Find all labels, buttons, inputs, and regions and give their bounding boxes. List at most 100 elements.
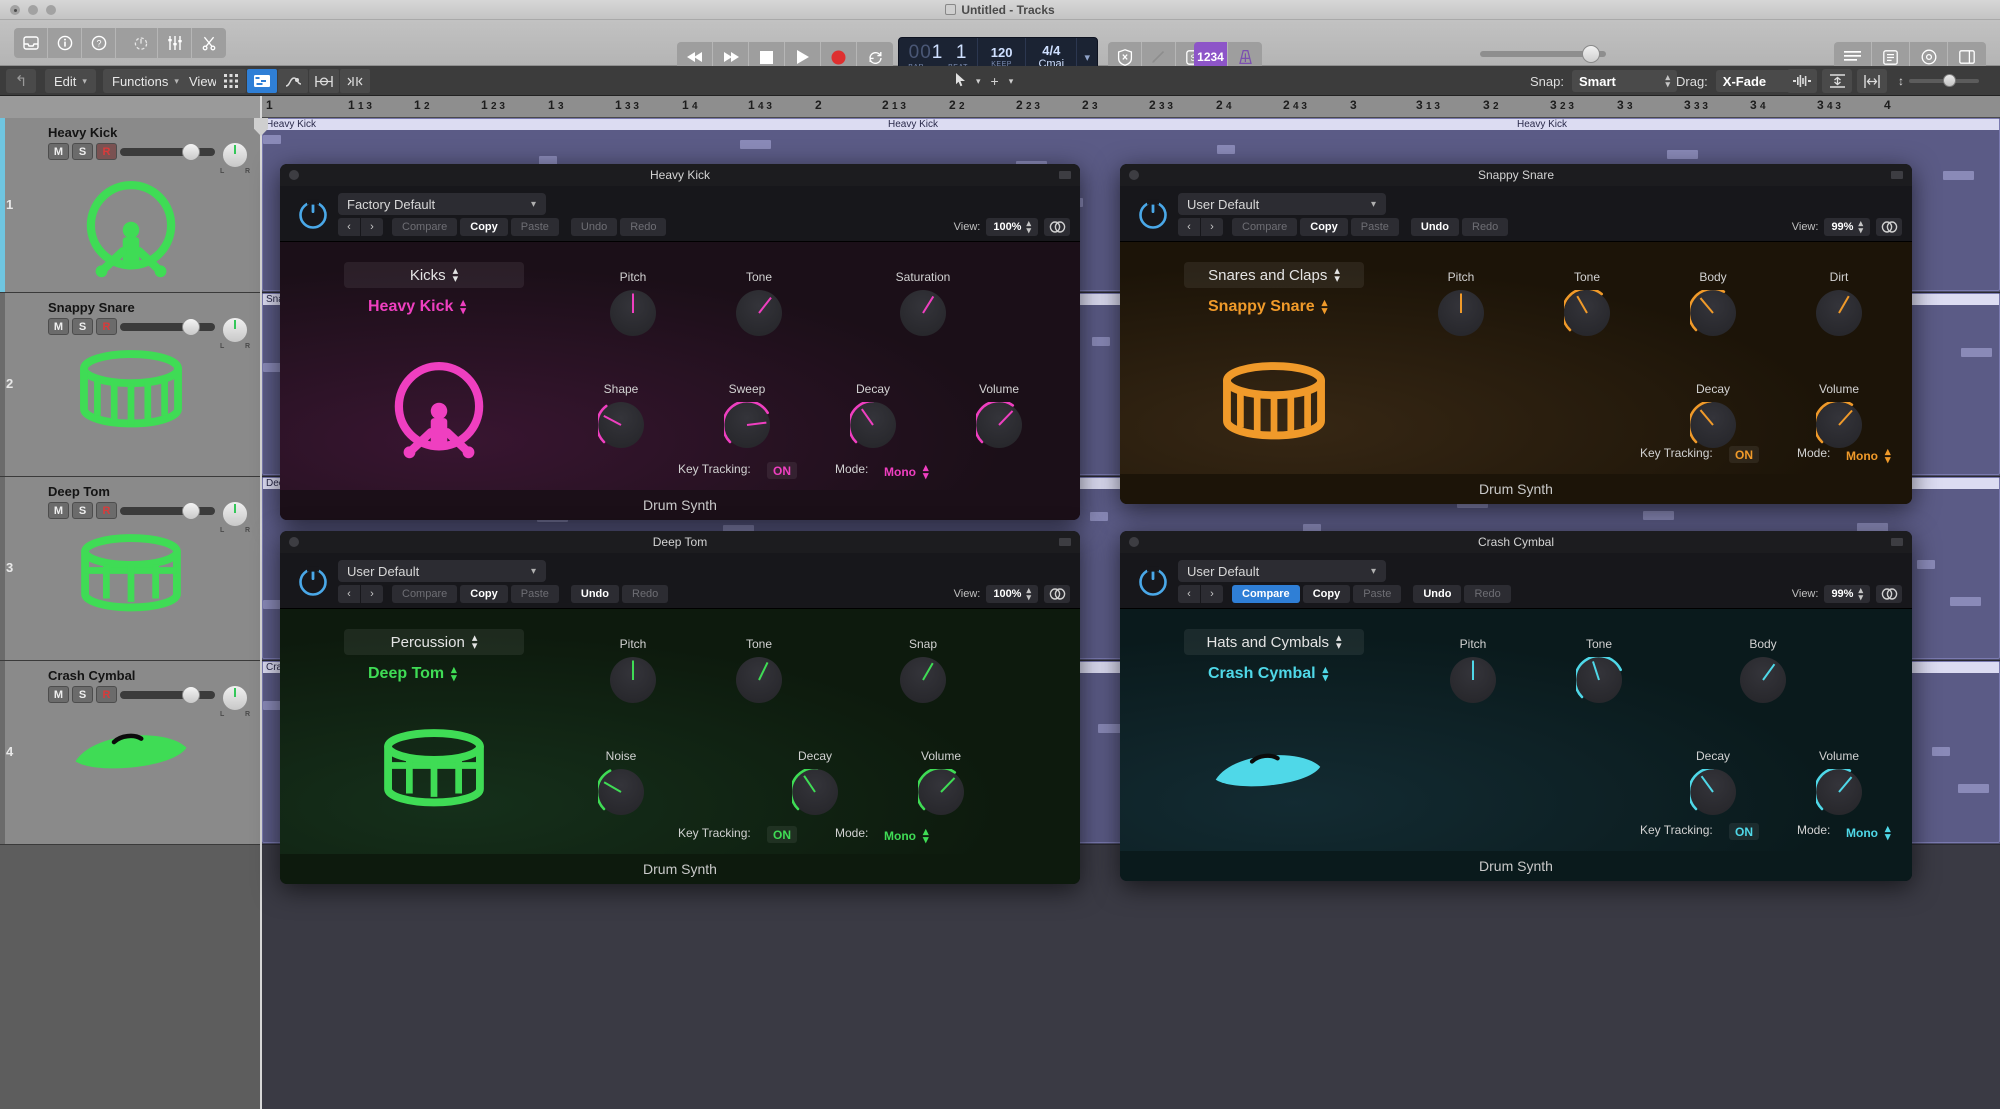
track-header-2[interactable]: 2 Snappy Snare M S R L R	[0, 293, 262, 477]
knob-dirt[interactable]	[1816, 290, 1862, 336]
knob-decay[interactable]	[850, 402, 896, 448]
key-tracking-value[interactable]: ON	[767, 462, 797, 479]
view-percent-select[interactable]: 99% ▴ ▾	[1824, 585, 1870, 603]
compare-button[interactable]: Compare	[1232, 585, 1300, 603]
plugin-window-deep-tom[interactable]: Deep Tom User Default ▾ ‹ › Compare Copy Paste U…	[280, 531, 1080, 884]
chevron-down-icon[interactable]: ▾	[1009, 76, 1014, 87]
inspector-icon[interactable]	[48, 28, 82, 58]
fit-vertical-icon[interactable]	[1822, 69, 1852, 93]
next-preset-button[interactable]: ›	[1201, 585, 1223, 603]
pan-knob[interactable]	[222, 317, 248, 343]
zoom-vertical-slider[interactable]	[1909, 74, 1979, 87]
menu-edit[interactable]: Edit ▾	[45, 69, 96, 93]
solo-button[interactable]: S	[72, 502, 93, 519]
patch-select[interactable]: Snappy Snare ▴ ▾	[1208, 297, 1327, 316]
patch-select[interactable]: Heavy Kick ▴ ▾	[368, 297, 466, 316]
quick-help-icon[interactable]: ?	[82, 28, 116, 58]
knob-saturation[interactable]	[900, 290, 946, 336]
fade-icon[interactable]	[340, 69, 370, 93]
paste-button[interactable]: Paste	[1353, 585, 1402, 603]
flex-icon[interactable]	[309, 69, 339, 93]
knob-decay[interactable]	[792, 769, 838, 815]
resize-icon[interactable]	[1059, 171, 1071, 179]
next-preset-button[interactable]: ›	[361, 218, 383, 236]
resize-icon[interactable]	[1891, 171, 1903, 179]
pan-knob[interactable]	[222, 142, 248, 168]
knob-pitch[interactable]	[610, 657, 656, 703]
solo-button[interactable]: S	[72, 143, 93, 160]
track-header-1[interactable]: 1 Heavy Kick M S R L R	[0, 118, 262, 293]
power-button[interactable]	[1136, 564, 1170, 598]
close-icon[interactable]	[1129, 537, 1139, 547]
waveform-zoom-icon[interactable]	[1787, 69, 1817, 93]
patch-select[interactable]: Deep Tom ▴ ▾	[368, 664, 457, 683]
category-select[interactable]: Hats and Cymbals ▴ ▾	[1184, 629, 1364, 655]
next-preset-button[interactable]: ›	[1201, 218, 1223, 236]
redo-button[interactable]: Redo	[1464, 585, 1511, 603]
knob-snap[interactable]	[900, 657, 946, 703]
copy-button[interactable]: Copy	[1300, 218, 1348, 236]
volume-fader[interactable]	[120, 686, 215, 704]
piano-roll-icon[interactable]	[247, 69, 277, 93]
category-select[interactable]: Percussion ▴ ▾	[344, 629, 524, 655]
knob-decay[interactable]	[1690, 402, 1736, 448]
solo-button[interactable]: S	[72, 318, 93, 335]
knob-volume[interactable]	[918, 769, 964, 815]
resize-icon[interactable]	[1891, 538, 1903, 546]
undo-button[interactable]: Undo	[570, 585, 619, 603]
mode-select[interactable]: Mono ▴ ▾	[884, 462, 929, 481]
preset-select[interactable]: User Default ▾	[1178, 560, 1386, 582]
compare-button[interactable]: Compare	[392, 218, 458, 236]
category-select[interactable]: Snares and Claps ▴ ▾	[1184, 262, 1364, 288]
close-icon[interactable]	[289, 537, 299, 547]
track-header-3[interactable]: 3 Deep Tom M S R L R	[0, 477, 262, 661]
plugin-title-bar[interactable]: Heavy Kick	[280, 164, 1080, 186]
knob-tone[interactable]	[1564, 290, 1610, 336]
knob-tone[interactable]	[736, 290, 782, 336]
mode-select[interactable]: Mono ▴ ▾	[884, 826, 929, 845]
back-arrow-icon[interactable]: ↰	[6, 69, 36, 93]
plugin-window-crash-cymbal[interactable]: Crash Cymbal User Default ▾ ‹ › Compare Copy Pa…	[1120, 531, 1912, 881]
view-percent-select[interactable]: 100% ▴ ▾	[986, 218, 1038, 236]
knob-pitch[interactable]	[1450, 657, 1496, 703]
knob-sweep[interactable]	[724, 402, 770, 448]
copy-button[interactable]: Copy	[1302, 585, 1351, 603]
knob-volume[interactable]	[1816, 402, 1862, 448]
copy-button[interactable]: Copy	[460, 218, 508, 236]
plugin-title-bar[interactable]: Crash Cymbal	[1120, 531, 1912, 553]
metronome-icon[interactable]	[124, 28, 158, 58]
link-button[interactable]	[1876, 585, 1902, 603]
close-icon[interactable]	[1129, 170, 1139, 180]
previous-preset-button[interactable]: ‹	[1178, 585, 1200, 603]
undo-button[interactable]: Undo	[570, 218, 618, 236]
plugin-title-bar[interactable]: Snappy Snare	[1120, 164, 1912, 186]
solo-button[interactable]: S	[72, 686, 93, 703]
playhead[interactable]	[260, 96, 262, 1109]
track-name[interactable]: Crash Cymbal	[48, 668, 135, 683]
close-icon[interactable]	[289, 170, 299, 180]
mute-button[interactable]: M	[48, 686, 69, 703]
knob-body[interactable]	[1740, 657, 1786, 703]
mixer-icon[interactable]	[158, 28, 192, 58]
knob-tone[interactable]	[736, 657, 782, 703]
knob-body[interactable]	[1690, 290, 1736, 336]
previous-preset-button[interactable]: ‹	[338, 585, 360, 603]
view-percent-select[interactable]: 99% ▴ ▾	[1824, 218, 1870, 236]
mute-button[interactable]: M	[48, 318, 69, 335]
undo-button[interactable]: Undo	[1410, 218, 1459, 236]
power-button[interactable]	[296, 564, 330, 598]
previous-preset-button[interactable]: ‹	[338, 218, 360, 236]
chevron-down-icon[interactable]: ▾	[976, 76, 981, 87]
volume-fader[interactable]	[120, 318, 215, 336]
compare-button[interactable]: Compare	[1232, 218, 1298, 236]
knob-decay[interactable]	[1690, 769, 1736, 815]
record-enable-button[interactable]: R	[96, 143, 117, 160]
category-select[interactable]: Kicks ▴ ▾	[344, 262, 524, 288]
link-button[interactable]	[1044, 585, 1070, 603]
track-name[interactable]: Heavy Kick	[48, 125, 117, 140]
volume-fader[interactable]	[120, 502, 215, 520]
output-volume-knob[interactable]	[1582, 45, 1600, 63]
knob-shape[interactable]	[598, 402, 644, 448]
previous-preset-button[interactable]: ‹	[1178, 218, 1200, 236]
view-percent-select[interactable]: 100% ▴ ▾	[986, 585, 1038, 603]
